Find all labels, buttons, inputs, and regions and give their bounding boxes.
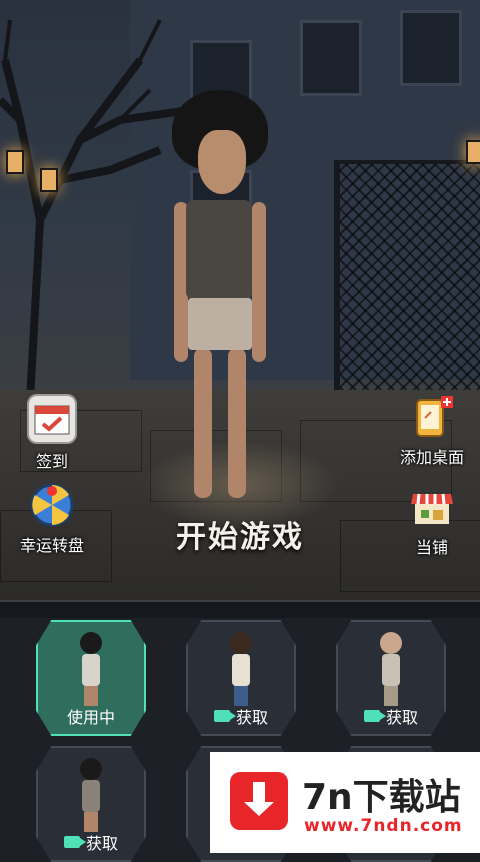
watermark-brand: 7n下载站: [302, 777, 461, 818]
get-skin-button[interactable]: 获取: [188, 704, 294, 728]
skin-card[interactable]: 获取: [36, 746, 146, 862]
lucky-wheel-label: 幸运转盘: [19, 536, 84, 555]
skin-card[interactable]: 获取: [186, 620, 296, 736]
get-label: 获取: [385, 708, 418, 727]
shop-label: 当铺: [415, 538, 448, 557]
start-game-button[interactable]: 开始游戏: [160, 512, 320, 556]
skin-figure: [78, 632, 104, 706]
watermark-url: www.7ndn.com: [304, 816, 463, 836]
character-leg: [228, 348, 246, 498]
get-label: 获取: [235, 708, 268, 727]
shop-button[interactable]: 当铺: [392, 484, 472, 558]
phone-plus-icon: [409, 394, 455, 440]
skin-card[interactable]: 使用中: [36, 620, 146, 736]
panel-border: [0, 600, 480, 618]
skin-card[interactable]: 获取: [336, 620, 446, 736]
video-icon: [63, 836, 86, 848]
watermark: 7n下载站 www.7ndn.com: [210, 752, 480, 853]
add-desktop-button[interactable]: 添加桌面: [392, 394, 472, 468]
video-icon: [363, 710, 386, 722]
checkin-label: 签到: [35, 452, 68, 471]
character-face: [198, 130, 246, 194]
skin-figure: [378, 632, 404, 706]
skin-status-label: 使用中: [66, 708, 115, 727]
character-arm: [252, 202, 266, 362]
building-window: [300, 20, 362, 96]
video-icon: [213, 710, 236, 722]
player-character: [160, 90, 280, 510]
character-leg: [194, 348, 212, 498]
street-lamp: [40, 168, 58, 192]
get-label: 获取: [85, 834, 118, 853]
character-shorts: [188, 298, 252, 350]
add-desktop-label: 添加桌面: [399, 448, 464, 467]
lucky-wheel-button[interactable]: 幸运转盘: [12, 482, 92, 556]
chain-link-fence: [334, 160, 480, 414]
get-skin-button[interactable]: 获取: [338, 704, 444, 728]
download-arrow-icon: [230, 772, 288, 830]
checkin-button[interactable]: 签到: [12, 394, 92, 472]
street-lamp: [6, 150, 24, 174]
street-lamp: [466, 140, 480, 164]
skin-figure: [78, 758, 104, 832]
building-window: [400, 10, 462, 86]
get-skin-button[interactable]: 获取: [38, 830, 144, 854]
skin-figure: [228, 632, 254, 706]
character-shirt: [186, 200, 252, 300]
calendar-check-icon: [27, 394, 77, 444]
lucky-wheel-icon: [29, 482, 75, 528]
shop-awning-icon: [409, 484, 455, 530]
